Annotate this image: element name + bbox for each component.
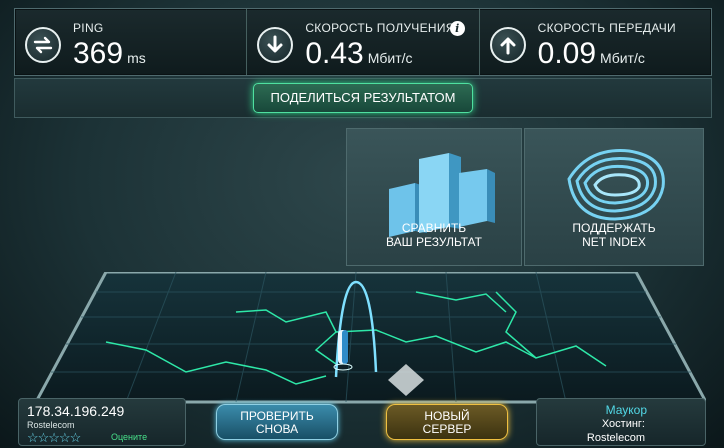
rating-stars-icon[interactable]: ☆☆☆☆☆	[27, 430, 81, 446]
ping-unit: ms	[127, 50, 146, 66]
client-ip: 178.34.196.249	[27, 403, 125, 419]
compare-results-tile[interactable]: СРАВНИТЬ ВАШ РЕЗУЛЬТАТ	[346, 128, 522, 266]
download-label: СКОРОСТЬ ПОЛУЧЕНИЯ	[305, 21, 455, 35]
ping-arrows-icon	[25, 27, 61, 63]
upload-label: СКОРОСТЬ ПЕРЕДАЧИ	[537, 21, 676, 35]
hosting-name: Rostelecom	[586, 432, 645, 444]
compare-tile-line1: СРАВНИТЬ	[401, 221, 467, 235]
support-net-index-tile[interactable]: ПОДДЕРЖАТЬ NET INDEX	[524, 128, 704, 266]
compare-tile-line2: ВАШ РЕЗУЛЬТАТ	[386, 235, 482, 249]
hosting-label: Хостинг:	[601, 418, 645, 430]
new-server-line2: СЕРВЕР	[422, 422, 472, 436]
download-unit: Мбит/с	[367, 50, 413, 66]
share-results-button[interactable]: ПОДЕЛИТЬСЯ РЕЗУЛЬТАТОМ	[253, 83, 473, 113]
upload-number: 0.09	[537, 37, 597, 70]
new-server-button[interactable]: НОВЫЙ СЕРВЕР	[386, 404, 508, 440]
share-band: ПОДЕЛИТЬСЯ РЕЗУЛЬТАТОМ	[14, 78, 712, 118]
ping-number: 369	[73, 37, 124, 70]
ping-label: PING	[73, 21, 104, 35]
download-panel: СКОРОСТЬ ПОЛУЧЕНИЯ 0.43 Мбит/с i	[247, 9, 480, 75]
ping-panel: PING 369 ms	[15, 9, 248, 75]
client-isp: Rostelecom	[27, 420, 75, 430]
retest-line2: СНОВА	[255, 422, 299, 436]
upload-panel: СКОРОСТЬ ПЕРЕДАЧИ 0.09 Мбит/с	[480, 9, 711, 75]
server-city: Маукор	[605, 403, 647, 417]
compare-tile-label: СРАВНИТЬ ВАШ РЕЗУЛЬТАТ	[347, 221, 521, 249]
download-value: 0.43 Мбит/с	[305, 37, 412, 71]
info-icon[interactable]: i	[449, 21, 465, 36]
retest-button[interactable]: ПРОВЕРИТЬ СНОВА	[216, 404, 338, 440]
upload-value: 0.09 Мбит/с	[538, 37, 645, 71]
support-tile-line1: ПОДДЕРЖАТЬ	[572, 221, 656, 235]
support-tile-label: ПОДДЕРЖАТЬ NET INDEX	[525, 221, 703, 249]
net-index-icon	[567, 149, 665, 221]
download-arrow-icon	[257, 27, 294, 63]
upload-unit: Мбит/с	[600, 50, 645, 66]
world-map	[36, 272, 706, 412]
server-info-box: Маукор Хостинг: Rostelecom	[536, 398, 706, 446]
client-info-box: 178.34.196.249 Rostelecom ☆☆☆☆☆ Оцените	[18, 398, 186, 446]
rate-label: Оцените	[111, 432, 148, 442]
download-number: 0.43	[305, 37, 364, 70]
speedtest-app: PING 369 ms СКОРОСТЬ ПОЛУЧЕНИЯ 0.43 Мбит/с…	[0, 0, 724, 448]
stats-bar: PING 369 ms СКОРОСТЬ ПОЛУЧЕНИЯ 0.43 Мбит/с…	[14, 8, 712, 76]
support-tile-line2: NET INDEX	[582, 235, 646, 249]
ping-value: 369 ms	[73, 37, 146, 71]
upload-arrow-icon	[489, 27, 526, 63]
